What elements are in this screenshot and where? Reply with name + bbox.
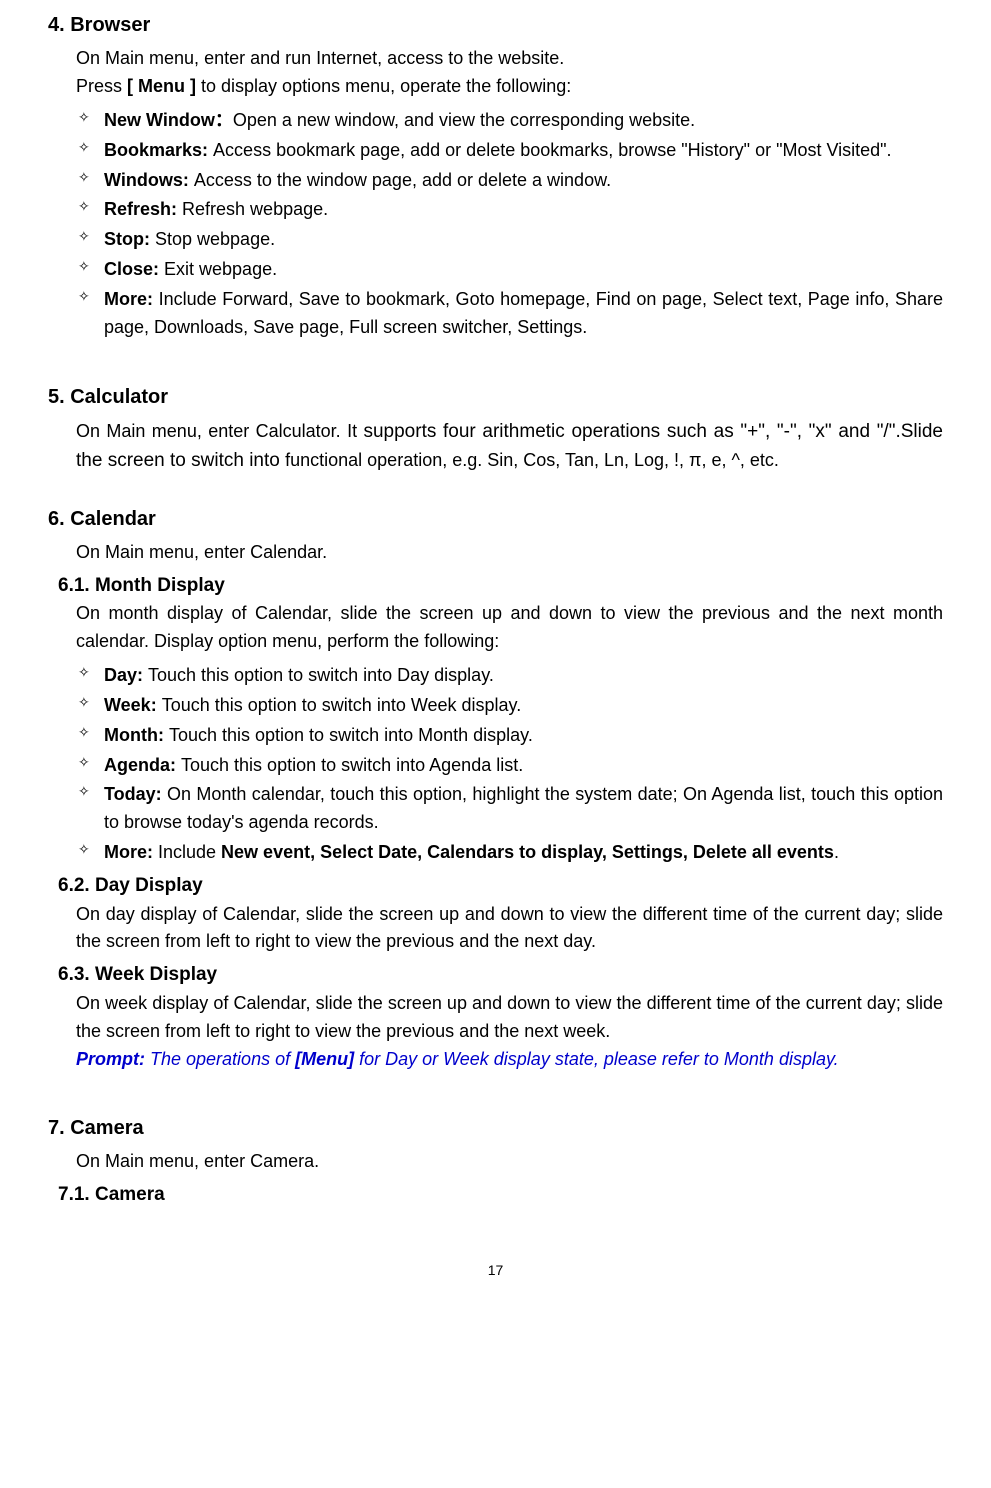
item-label: Today:	[104, 784, 167, 804]
text: The operations of	[145, 1049, 295, 1069]
item-text: Touch this option to switch into Week di…	[162, 695, 522, 715]
heading-day-display: 6.2. Day Display	[58, 871, 943, 900]
list-item: Windows: Access to the window page, add …	[76, 167, 943, 195]
item-text: Include	[158, 842, 221, 862]
item-text: Exit webpage.	[164, 259, 277, 279]
text: On Main menu,	[76, 48, 204, 68]
list-item: Day: Touch this option to switch into Da…	[76, 662, 943, 690]
page-number: 17	[48, 1260, 943, 1282]
month-display-intro: On month display of Calendar, slide the …	[76, 600, 943, 656]
item-label: Close:	[104, 259, 164, 279]
prompt-label: Prompt:	[76, 1049, 145, 1069]
item-label: Windows:	[104, 170, 194, 190]
item-label: Bookmarks:	[104, 140, 213, 160]
month-options-list: Day: Touch this option to switch into Da…	[76, 662, 943, 867]
heading-camera: 7. Camera	[48, 1113, 943, 1144]
heading-browser: 4. Browser	[48, 10, 943, 41]
item-label: Week:	[104, 695, 162, 715]
item-text: Touch this option to switch into Agenda …	[181, 755, 523, 775]
browser-intro-2: Press [ Menu ] to display options menu, …	[76, 73, 943, 101]
item-text: Refresh webpage.	[182, 199, 328, 219]
item-text: On Month calendar, touch this option, hi…	[104, 784, 943, 832]
heading-week-display: 6.3. Week Display	[58, 960, 943, 989]
list-item: Today: On Month calendar, touch this opt…	[76, 781, 943, 837]
camera-intro: On Main menu, enter Camera.	[76, 1148, 943, 1176]
item-label: Refresh:	[104, 199, 182, 219]
list-item: Stop: Stop webpage.	[76, 226, 943, 254]
calendar-intro: On Main menu, enter Calendar.	[76, 539, 943, 567]
item-label: More:	[104, 289, 159, 309]
calculator-text: On Main menu, enter Calculator. It suppo…	[76, 417, 943, 476]
text: for Day or Week display state, please re…	[354, 1049, 839, 1069]
item-label: New Window：	[104, 110, 233, 130]
heading-calendar: 6. Calendar	[48, 504, 943, 535]
list-item: Bookmarks: Access bookmark page, add or …	[76, 137, 943, 165]
text: enter	[204, 48, 245, 68]
heading-month-display: 6.1. Month Display	[58, 571, 943, 600]
item-label: More:	[104, 842, 158, 862]
heading-camera-sub: 7.1. Camera	[58, 1180, 943, 1209]
browser-options-list: New Window：Open a new window, and view t…	[76, 107, 943, 342]
list-item: Week: Touch this option to switch into W…	[76, 692, 943, 720]
heading-calculator: 5. Calculator	[48, 382, 943, 413]
day-display-text: On day display of Calendar, slide the sc…	[76, 901, 943, 957]
list-item: Month: Touch this option to switch into …	[76, 722, 943, 750]
list-item: Refresh: Refresh webpage.	[76, 196, 943, 224]
item-text: Open a new window, and view the correspo…	[233, 110, 695, 130]
item-text: .	[834, 842, 839, 862]
item-label: Stop:	[104, 229, 155, 249]
item-text: Stop webpage.	[155, 229, 275, 249]
item-label: Day:	[104, 665, 148, 685]
item-text: Access to the window page, add or delete…	[194, 170, 611, 190]
text: Press	[76, 76, 127, 96]
text-bold: [ Menu ]	[127, 76, 196, 96]
browser-intro-1: On Main menu, enter and run Internet, ac…	[76, 45, 943, 73]
list-item: More: Include Forward, Save to bookmark,…	[76, 286, 943, 342]
item-text: Access bookmark page, add or delete book…	[213, 140, 892, 160]
prompt-bold: [Menu]	[295, 1049, 354, 1069]
week-display-text: On week display of Calendar, slide the s…	[76, 990, 943, 1046]
list-item: New Window：Open a new window, and view t…	[76, 107, 943, 135]
item-label: Month:	[104, 725, 169, 745]
item-text: Include Forward, Save to bookmark, Goto …	[104, 289, 943, 337]
item-text: Touch this option to switch into Month d…	[169, 725, 533, 745]
item-label: Agenda:	[104, 755, 181, 775]
item-text-bold: New event, Select Date, Calendars to dis…	[221, 842, 834, 862]
text: On Main menu, enter Calculator. It	[76, 421, 363, 441]
item-text: Touch this option to switch into Day dis…	[148, 665, 494, 685]
week-prompt: Prompt: The operations of [Menu] for Day…	[76, 1046, 943, 1074]
text: functional operation, e.g. Sin, Cos, Tan…	[285, 450, 779, 470]
list-item: More: Include New event, Select Date, Ca…	[76, 839, 943, 867]
list-item: Agenda: Touch this option to switch into…	[76, 752, 943, 780]
text: to display options menu, operate the fol…	[196, 76, 571, 96]
text: and run Internet, access to the website.	[245, 48, 564, 68]
list-item: Close: Exit webpage.	[76, 256, 943, 284]
